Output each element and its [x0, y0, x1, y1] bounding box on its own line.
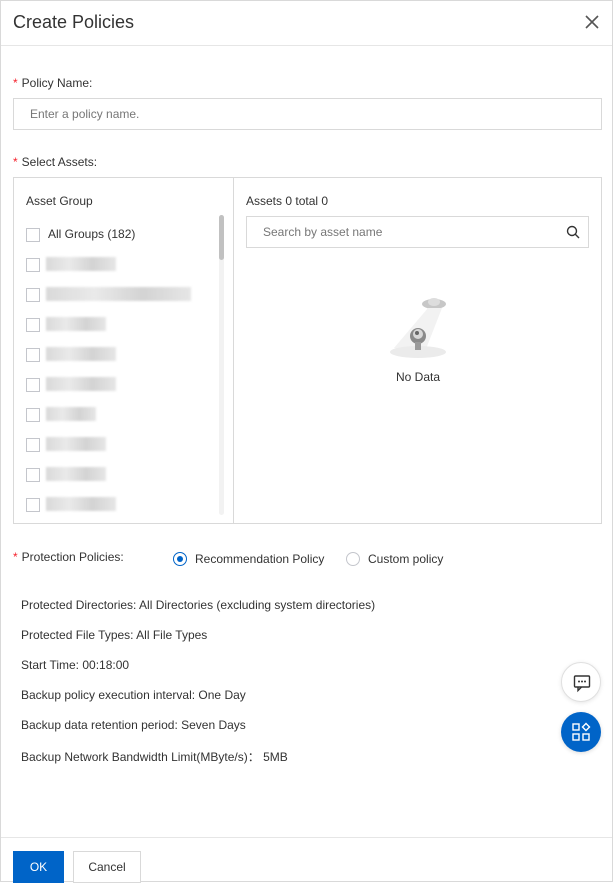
asset-search-input[interactable]	[247, 217, 557, 247]
scrollbar-thumb[interactable]	[219, 215, 224, 260]
asset-search-box	[246, 216, 589, 248]
required-mark: *	[13, 550, 18, 564]
redacted-group-name	[46, 437, 106, 451]
redacted-group-name	[46, 257, 116, 271]
apps-button[interactable]	[561, 712, 601, 752]
group-row[interactable]	[26, 316, 226, 334]
redacted-group-name	[46, 287, 191, 301]
all-groups-label: All Groups (182)	[48, 227, 136, 241]
required-mark: *	[13, 155, 18, 169]
checkbox[interactable]	[26, 228, 40, 242]
redacted-group-name	[46, 407, 96, 421]
protection-policies-label: * Protection Policies:	[13, 550, 124, 564]
dialog-header: Create Policies	[1, 1, 612, 46]
checkbox[interactable]	[26, 408, 40, 422]
checkbox[interactable]	[26, 258, 40, 272]
asset-group-title: Asset Group	[26, 194, 93, 208]
redacted-group-name	[46, 467, 106, 481]
recommendation-policy-label[interactable]: Recommendation Policy	[195, 552, 324, 566]
empty-state-illustration	[390, 298, 446, 358]
redacted-group-name	[46, 347, 116, 361]
redacted-group-name	[46, 377, 116, 391]
dialog-footer: OK Cancel	[1, 837, 612, 883]
group-row[interactable]	[26, 376, 226, 394]
group-row[interactable]	[26, 436, 226, 454]
feedback-button[interactable]	[561, 662, 601, 702]
apps-icon	[572, 722, 591, 741]
no-data-text: No Data	[395, 370, 441, 384]
ok-button[interactable]: OK	[13, 851, 64, 883]
checkbox[interactable]	[26, 348, 40, 362]
protected-file-types-text: Protected File Types: All File Types	[21, 628, 208, 642]
checkbox[interactable]	[26, 378, 40, 392]
asset-selector: Asset Group All Groups (182) Assets 0 to…	[13, 177, 602, 524]
execution-interval-text: Backup policy execution interval: One Da…	[21, 688, 246, 702]
asset-group-list: All Groups (182)	[26, 218, 226, 518]
bandwidth-limit-text: Backup Network Bandwidth Limit(MByte/s)：…	[21, 750, 288, 764]
recommendation-policy-radio[interactable]	[173, 552, 187, 566]
group-row-all[interactable]: All Groups (182)	[26, 226, 226, 244]
start-time-text: Start Time: 00:18:00	[21, 658, 130, 672]
search-icon[interactable]	[566, 225, 580, 239]
retention-period-text: Backup data retention period: Seven Days	[21, 718, 246, 732]
policy-name-label: * Policy Name:	[13, 76, 92, 90]
policy-name-input[interactable]	[13, 98, 602, 130]
redacted-group-name	[46, 497, 116, 511]
select-assets-label-text: Select Assets:	[21, 155, 98, 169]
checkbox[interactable]	[26, 498, 40, 512]
custom-policy-radio[interactable]	[346, 552, 360, 566]
assets-title: Assets 0 total 0	[246, 194, 329, 208]
checkbox[interactable]	[26, 438, 40, 452]
protection-policies-label-text: Protection Policies:	[21, 550, 124, 564]
group-list-scrollbar[interactable]	[219, 215, 224, 515]
chat-icon	[573, 675, 591, 693]
checkbox[interactable]	[26, 288, 40, 302]
group-row[interactable]	[26, 346, 226, 364]
asset-group-pane: Asset Group All Groups (182)	[14, 178, 234, 523]
protected-directories-text: Protected Directories: All Directories (…	[21, 598, 376, 612]
close-icon[interactable]	[582, 12, 602, 32]
required-mark: *	[13, 76, 18, 90]
checkbox[interactable]	[26, 318, 40, 332]
cancel-button[interactable]: Cancel	[73, 851, 141, 883]
group-row[interactable]	[26, 466, 226, 484]
group-row[interactable]	[26, 256, 226, 274]
checkbox[interactable]	[26, 468, 40, 482]
policy-name-label-text: Policy Name:	[21, 76, 93, 90]
redacted-group-name	[46, 317, 106, 331]
group-row[interactable]	[26, 286, 226, 304]
group-row[interactable]	[26, 496, 226, 514]
dialog-title: Create Policies	[13, 12, 135, 32]
select-assets-label: * Select Assets:	[13, 155, 97, 169]
create-policies-dialog: Create Policies *Policy Name: *Select As…	[0, 0, 613, 883]
custom-policy-label[interactable]: Custom policy	[368, 552, 443, 566]
group-row[interactable]	[26, 406, 226, 424]
